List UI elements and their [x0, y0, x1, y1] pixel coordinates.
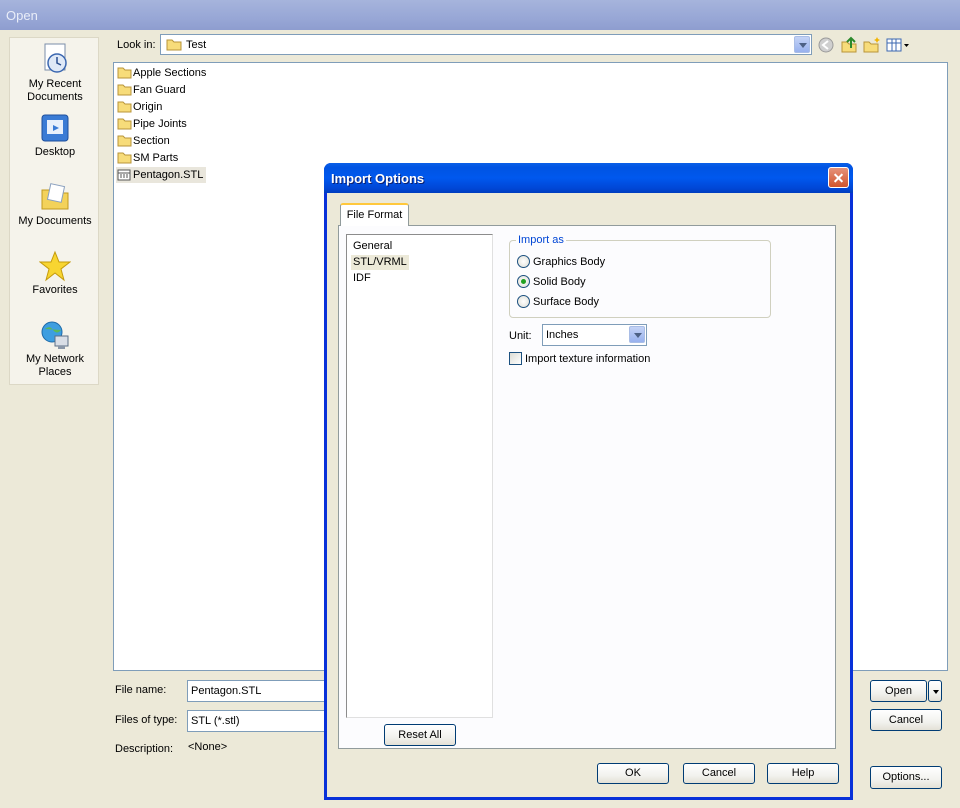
- file-name: Pipe Joints: [133, 118, 187, 130]
- close-icon[interactable]: [828, 167, 849, 188]
- network-places-icon: [41, 321, 69, 349]
- radio-icon: [517, 295, 530, 308]
- unit-select[interactable]: Inches: [542, 324, 647, 346]
- category-item-stl-vrml[interactable]: STL/VRML: [351, 255, 409, 270]
- import-options-title: Import Options: [331, 171, 425, 186]
- open-options-dropdown-button[interactable]: [928, 680, 942, 702]
- look-in-label: Look in:: [117, 39, 156, 51]
- places-bar: My Recent Documents Desktop My Documents…: [9, 37, 99, 385]
- unit-label: Unit:: [509, 330, 532, 342]
- file-format-panel: General STL/VRML IDF Reset All Import as…: [338, 225, 836, 749]
- up-one-level-icon[interactable]: [840, 36, 858, 54]
- place-my-network-places[interactable]: My Network Places: [10, 319, 100, 379]
- description-value: <None>: [188, 741, 228, 753]
- reset-all-button[interactable]: Reset All: [384, 724, 456, 746]
- look-in-value: Test: [186, 39, 207, 51]
- file-name-input[interactable]: Pentagon.STL: [187, 680, 327, 702]
- look-in-combo[interactable]: Test: [160, 34, 812, 55]
- back-icon[interactable]: [817, 36, 835, 54]
- files-of-type-combo[interactable]: STL (*.stl): [187, 710, 327, 732]
- open-dialog-title: Open: [6, 8, 38, 23]
- radio-solid-body[interactable]: Solid Body: [517, 275, 586, 289]
- radio-graphics-body[interactable]: Graphics Body: [517, 255, 605, 269]
- list-item-folder[interactable]: Fan Guard: [116, 82, 186, 98]
- folder-icon: [117, 118, 132, 130]
- radio-icon: [517, 255, 530, 268]
- import-as-group: Import as Graphics Body Solid Body Surfa…: [509, 234, 771, 318]
- files-of-type-value: STL (*.stl): [191, 715, 240, 727]
- radio-surface-body[interactable]: Surface Body: [517, 295, 599, 309]
- place-label: Desktop: [34, 146, 76, 158]
- list-item-folder[interactable]: Section: [116, 133, 170, 149]
- folder-icon: [117, 152, 132, 164]
- chevron-down-icon[interactable]: [794, 36, 810, 53]
- list-item-folder[interactable]: SM Parts: [116, 150, 178, 166]
- folder-icon: [117, 101, 132, 113]
- file-name-value: Pentagon.STL: [191, 685, 262, 697]
- open-button[interactable]: Open: [870, 680, 927, 702]
- category-item-general[interactable]: General: [351, 239, 394, 254]
- file-name: Section: [133, 135, 170, 147]
- files-of-type-label: Files of type:: [115, 714, 178, 726]
- category-list[interactable]: General STL/VRML IDF: [346, 234, 493, 718]
- place-label: My Recent Documents: [27, 78, 83, 103]
- import-as-title: Import as: [516, 234, 566, 246]
- recent-documents-icon: [44, 43, 67, 73]
- my-documents-icon: [41, 183, 69, 210]
- radio-label: Graphics Body: [533, 256, 606, 268]
- import-cancel-button[interactable]: Cancel: [683, 763, 755, 784]
- checkbox-icon: [509, 352, 522, 365]
- import-options-titlebar: Import Options: [324, 163, 853, 193]
- place-my-recent-documents[interactable]: My Recent Documents: [10, 42, 100, 104]
- place-my-documents[interactable]: My Documents: [10, 181, 100, 228]
- file-name: Fan Guard: [133, 84, 186, 96]
- place-desktop[interactable]: Desktop: [10, 112, 100, 159]
- import-texture-checkbox[interactable]: Import texture information: [509, 352, 650, 366]
- file-name: Origin: [133, 101, 163, 113]
- favorites-star-icon: [39, 250, 71, 282]
- place-label: My Network Places: [25, 353, 85, 378]
- radio-label: Surface Body: [533, 296, 600, 308]
- import-options-body: File Format General STL/VRML IDF Reset A…: [327, 193, 850, 797]
- file-name: Pentagon.STL: [133, 169, 204, 181]
- chevron-down-icon[interactable]: [629, 326, 645, 343]
- file-name: Apple Sections: [133, 67, 207, 79]
- folder-icon: [117, 67, 132, 79]
- options-button[interactable]: Options...: [870, 766, 942, 789]
- place-favorites[interactable]: Favorites: [10, 250, 100, 297]
- views-menu-icon[interactable]: [886, 36, 910, 54]
- list-item-folder[interactable]: Pipe Joints: [116, 116, 187, 132]
- radio-label: Solid Body: [533, 276, 586, 288]
- list-item-folder[interactable]: Origin: [116, 99, 162, 115]
- desktop-icon: [41, 114, 69, 142]
- file-name: SM Parts: [133, 152, 179, 164]
- unit-value: Inches: [546, 329, 579, 341]
- stl-file-icon: [117, 169, 131, 181]
- folder-icon: [117, 84, 132, 96]
- tab-file-format[interactable]: File Format: [340, 203, 409, 226]
- description-label: Description:: [115, 743, 174, 755]
- open-dialog-titlebar: Open: [0, 0, 960, 30]
- category-item-idf[interactable]: IDF: [351, 271, 373, 286]
- place-label: My Documents: [18, 215, 92, 227]
- import-options-dialog: Import Options File Format General STL/V…: [324, 163, 853, 800]
- list-item-stl-file[interactable]: Pentagon.STL: [116, 167, 207, 183]
- cancel-button[interactable]: Cancel: [870, 709, 942, 731]
- folder-icon: [117, 135, 132, 147]
- folder-icon: [166, 39, 182, 51]
- ok-button[interactable]: OK: [597, 763, 669, 784]
- new-folder-icon[interactable]: [863, 36, 881, 54]
- list-item-folder[interactable]: Apple Sections: [116, 65, 206, 81]
- file-name-label: File name:: [115, 684, 167, 696]
- place-label: Favorites: [32, 284, 78, 296]
- help-button[interactable]: Help: [767, 763, 839, 784]
- checkbox-label: Import texture information: [525, 353, 651, 365]
- radio-selected-icon: [517, 275, 530, 288]
